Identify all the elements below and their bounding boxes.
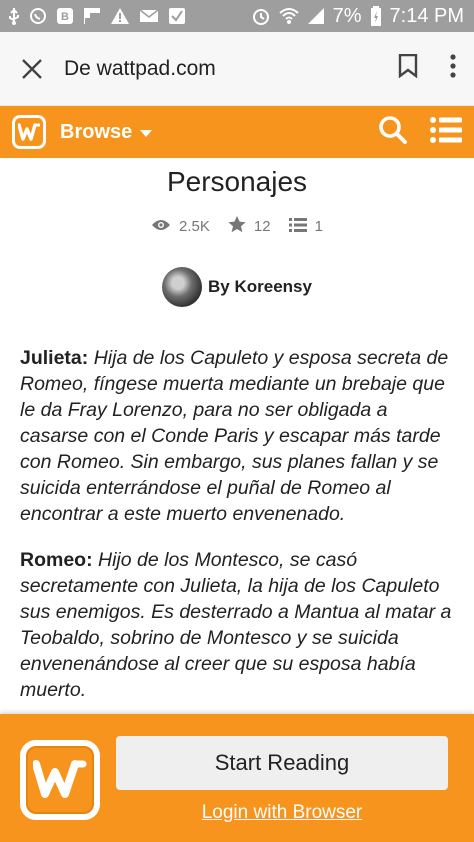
votes-count: 12 <box>253 218 271 235</box>
svg-text:B: B <box>61 11 69 23</box>
battery-percent: 7% <box>332 4 362 27</box>
wattpad-logo-icon[interactable] <box>12 115 46 149</box>
start-reading-button[interactable]: Start Reading <box>116 736 448 790</box>
eye-icon <box>151 218 171 236</box>
warning-icon <box>110 7 130 25</box>
author-row[interactable]: By Koreensy <box>20 267 454 307</box>
bbm-icon: B <box>56 7 74 25</box>
email-icon <box>139 8 159 24</box>
browser-title: De wattpad.com <box>64 56 216 80</box>
avatar[interactable] <box>162 267 203 307</box>
caret-down-icon <box>140 121 153 144</box>
usb-icon <box>8 7 20 25</box>
alarm-icon <box>251 6 271 26</box>
story-title: Personajes <box>166 166 308 197</box>
header-actions <box>378 115 462 150</box>
views-stat: 2.5K <box>151 218 210 236</box>
bookmark-icon[interactable] <box>398 53 418 83</box>
browse-dropdown[interactable]: Browse <box>60 120 153 144</box>
search-icon[interactable] <box>378 115 408 150</box>
parts-stat: 1 <box>288 217 323 236</box>
views-count: 2.5K <box>179 218 210 235</box>
character-paragraph: Julieta: Hija de los Capuleto y esposa s… <box>20 345 454 527</box>
system-status: 7% 7:14 PM <box>251 5 464 28</box>
flipboard-icon <box>83 7 101 25</box>
signal-icon <box>307 7 325 25</box>
browse-label: Browse <box>60 120 133 143</box>
character-description: Hija de los Capuleto y esposa secreta de… <box>20 347 449 525</box>
clock-time: 7:14 PM <box>389 4 464 27</box>
whatsapp-icon <box>29 7 47 25</box>
list-icon <box>288 217 307 236</box>
story-content: Personajes 2.5K 12 1 By Koreensy Julieta… <box>0 158 474 714</box>
character-name: Julieta: <box>20 347 89 369</box>
browser-toolbar: De wattpad.com <box>0 32 474 106</box>
more-options-icon[interactable] <box>450 54 456 83</box>
votes-stat: 12 <box>228 216 271 237</box>
character-name: Romeo: <box>20 549 93 571</box>
status-bar: B 7% 7:14 PM <box>0 0 474 32</box>
wattpad-header: Browse <box>0 106 474 158</box>
story-stats: 2.5K 12 1 <box>20 216 454 237</box>
check-image-icon <box>168 7 186 25</box>
close-icon[interactable] <box>18 55 46 83</box>
star-icon <box>228 216 246 237</box>
bottom-cta-bar: Start Reading Login with Browser <box>0 714 474 842</box>
wifi-icon <box>278 7 299 25</box>
battery-icon <box>370 6 382 26</box>
character-paragraph: Romeo: Hijo de los Montesco, se casó sec… <box>20 547 454 703</box>
list-menu-icon[interactable] <box>430 116 462 148</box>
browser-actions <box>398 53 456 83</box>
author-name[interactable]: By Koreensy <box>208 277 312 297</box>
parts-count: 1 <box>314 218 323 235</box>
notification-icons: B <box>8 7 186 25</box>
character-description: Hijo de los Montesco, se casó secretamen… <box>20 549 452 701</box>
login-with-browser-link[interactable]: Login with Browser <box>116 802 448 824</box>
wattpad-app-logo-icon[interactable] <box>20 740 100 820</box>
